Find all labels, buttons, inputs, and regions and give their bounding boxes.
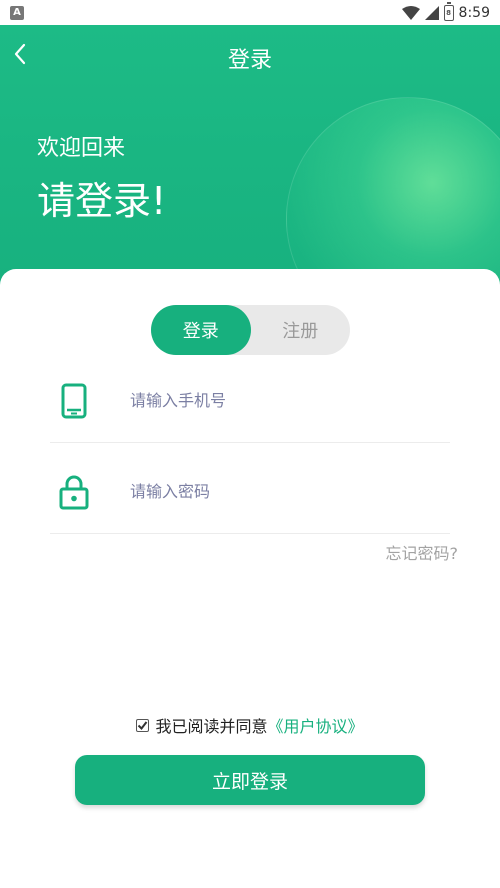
forgot-password-link[interactable]: 忘记密码?: [386, 540, 459, 564]
agreement-text: 我已阅读并同意: [155, 717, 268, 736]
welcome-text: 欢迎回来: [37, 136, 126, 161]
status-left: A: [10, 5, 24, 20]
phone-input[interactable]: [130, 391, 430, 410]
agreement-checkbox[interactable]: [136, 718, 150, 732]
page-title: 登录: [227, 48, 272, 73]
app-notification-icon: A: [10, 5, 24, 20]
user-agreement-link[interactable]: 《用户协议》: [268, 713, 364, 737]
lock-icon: [54, 472, 94, 512]
auth-tab-switcher: 登录 注册: [151, 305, 350, 355]
login-card: 登录 注册 忘记密码? 我已阅读并同意 《用户协议》 立即登录: [0, 269, 500, 888]
agreement-row: 我已阅读并同意 《用户协议》: [0, 713, 500, 737]
tab-register[interactable]: 注册: [251, 305, 351, 355]
wifi-icon: [401, 5, 420, 20]
phone-icon: [54, 381, 94, 421]
battery-level: 8: [446, 8, 451, 17]
status-bar: A 8 8:59: [0, 0, 500, 25]
check-icon: [138, 720, 148, 730]
password-input[interactable]: [130, 482, 430, 501]
tab-login[interactable]: 登录: [151, 305, 251, 355]
phone-field: [50, 359, 450, 443]
status-time: 8:59: [458, 4, 490, 21]
battery-icon: 8: [443, 1, 454, 21]
status-right: 8 8:59: [401, 1, 490, 21]
header-banner: 登录 欢迎回来 请登录!: [0, 25, 500, 305]
signal-icon: [424, 5, 439, 20]
login-submit-button[interactable]: 立即登录: [75, 755, 425, 805]
login-headline: 请登录!: [37, 179, 167, 223]
password-field: [50, 450, 450, 534]
